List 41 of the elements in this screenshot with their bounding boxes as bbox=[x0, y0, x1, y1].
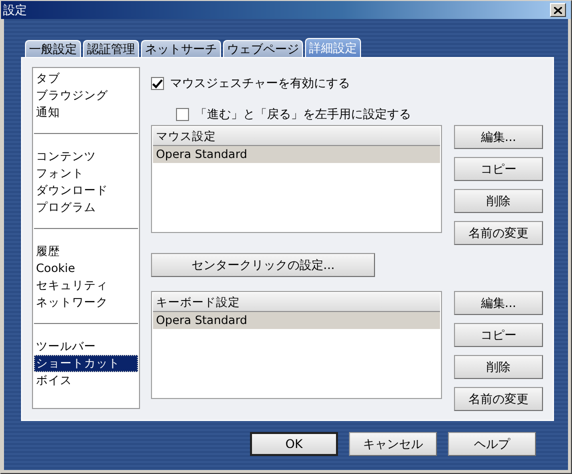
sidebar-item[interactable]: ツールバー bbox=[34, 338, 138, 355]
action-button[interactable]: 名前の変更 bbox=[454, 221, 543, 245]
action-button[interactable]: 削除 bbox=[454, 355, 543, 379]
sidebar-item[interactable]: セキュリティ bbox=[34, 277, 138, 294]
sidebar-item[interactable]: 通知 bbox=[34, 104, 138, 121]
checkbox[interactable] bbox=[151, 77, 164, 90]
list-row[interactable]: Opera Standard bbox=[153, 146, 440, 163]
list-row[interactable]: Opera Standard bbox=[153, 312, 440, 329]
tab[interactable]: 認証管理 bbox=[83, 40, 139, 57]
checkbox-label: マウスジェスチャーを有効にする bbox=[170, 75, 350, 92]
dialog-button[interactable]: ヘルプ bbox=[448, 432, 536, 456]
dialog-button[interactable]: キャンセル bbox=[349, 432, 437, 456]
tab[interactable]: 一般設定 bbox=[25, 40, 81, 57]
close-icon bbox=[554, 6, 562, 14]
column-header: キーボード設定 bbox=[153, 293, 440, 312]
action-button[interactable]: コピー bbox=[454, 157, 543, 181]
sidebar-item[interactable]: フォント bbox=[34, 165, 138, 182]
sidebar-item[interactable]: コンテンツ bbox=[34, 148, 138, 165]
checkbox[interactable] bbox=[176, 108, 189, 121]
sidebar-item[interactable]: タブ bbox=[34, 70, 138, 87]
sidebar-item[interactable]: ショートカット bbox=[34, 355, 138, 372]
action-button[interactable]: 編集... bbox=[454, 291, 543, 315]
tab[interactable]: ウェブページ bbox=[223, 40, 303, 57]
sidebar-item[interactable]: プログラム bbox=[34, 199, 138, 216]
sidebar-item[interactable]: Cookie bbox=[34, 260, 138, 277]
tab[interactable]: ネットサーチ bbox=[141, 40, 221, 57]
sidebar-item[interactable]: 履歴 bbox=[34, 243, 138, 260]
sidebar-item[interactable]: ブラウジング bbox=[34, 87, 138, 104]
sidebar-item[interactable]: ボイス bbox=[34, 372, 138, 389]
action-button[interactable]: 編集... bbox=[454, 125, 543, 149]
sidebar-item[interactable]: ダウンロード bbox=[34, 182, 138, 199]
action-button[interactable]: 削除 bbox=[454, 189, 543, 213]
center-click-button[interactable]: センタークリックの設定... bbox=[151, 253, 375, 277]
checkbox-label: 「進む」と「戻る」を左手用に設定する bbox=[195, 106, 411, 123]
dialog-button[interactable]: OK bbox=[250, 432, 338, 456]
close-button[interactable] bbox=[550, 3, 566, 17]
action-button[interactable]: コピー bbox=[454, 323, 543, 347]
column-header: マウス設定 bbox=[153, 127, 440, 146]
sidebar-item[interactable]: ネットワーク bbox=[34, 294, 138, 311]
window-title: 設定 bbox=[3, 2, 28, 18]
action-button[interactable]: 名前の変更 bbox=[454, 387, 543, 411]
